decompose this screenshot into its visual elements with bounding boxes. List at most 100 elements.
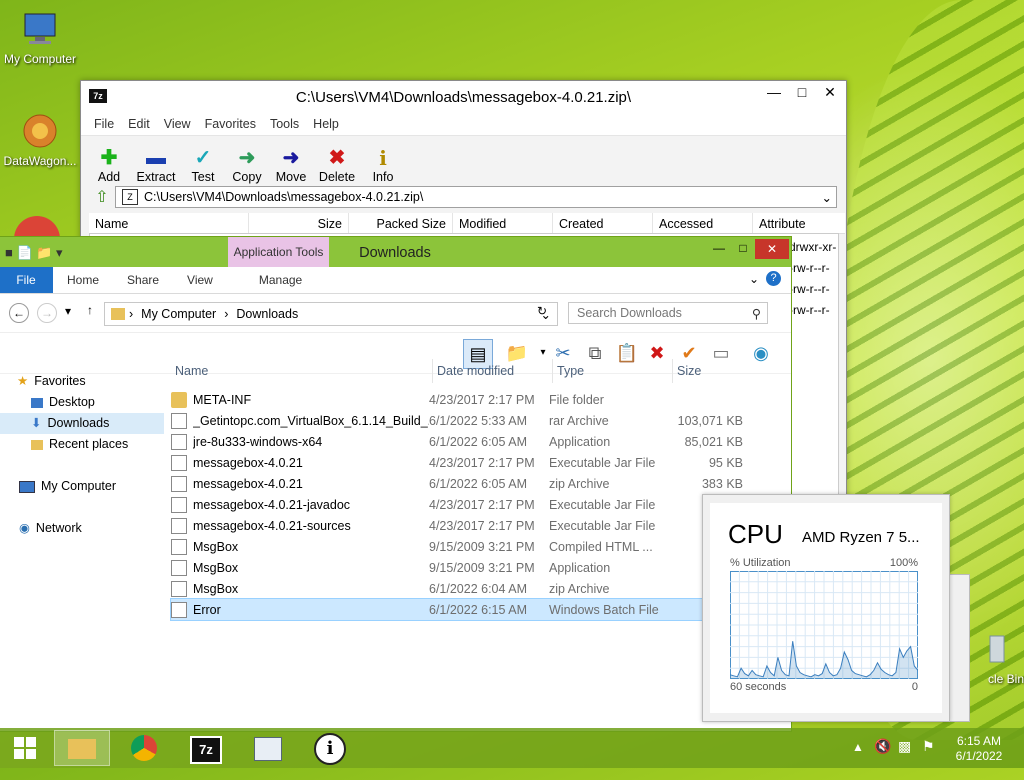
windows-logo-icon — [14, 737, 36, 759]
col-name[interactable]: Name — [89, 213, 249, 233]
up-folder-icon[interactable]: ⇧ — [89, 187, 115, 207]
file-row-selected[interactable]: Error 6/1/2022 6:15 AM Windows Batch Fil… — [170, 598, 792, 621]
clock[interactable]: 6:15 AM 6/1/2022 — [952, 734, 1006, 774]
move-label: Move — [275, 170, 307, 184]
file-row[interactable]: messagebox-4.0.21-sources 4/23/2017 2:17… — [171, 515, 791, 536]
file-row[interactable]: MsgBox 6/1/2022 6:04 AM zip Archive — [171, 578, 791, 599]
tab-home[interactable]: Home — [53, 273, 113, 287]
explorer-address-bar[interactable]: › My Computer › Downloads ⌄ — [104, 302, 558, 326]
menu-help[interactable]: Help — [306, 117, 346, 131]
check-arrow-icon: ✓ — [194, 147, 212, 169]
sevenzip-toolbar: ✚ Add ▬ Extract ✓ Test ➜ Copy ➜ Move ✖ Delete … — [81, 136, 846, 184]
sevenzip-address-field[interactable]: Z C:\Users\VM4\Downloads\messagebox-4.0.… — [115, 186, 837, 208]
close-button[interactable]: ✕ — [816, 81, 844, 103]
col-modified[interactable]: Modified — [453, 213, 553, 233]
chevron-down-icon[interactable]: ⌄ — [822, 190, 836, 205]
info-button[interactable]: i Info — [363, 146, 403, 184]
taskbar-chrome[interactable] — [116, 730, 172, 766]
file-row[interactable]: MsgBox 9/15/2009 3:21 PM Application — [171, 557, 791, 578]
minimize-button[interactable]: — — [760, 81, 788, 103]
maximize-button[interactable]: □ — [731, 241, 755, 255]
clock-time: 6:15 AM — [956, 734, 1002, 748]
file-type: Application — [549, 560, 611, 575]
sevenzip-attribute-column: drwxr-xr- -rw-r--r- -rw-r--r- -rw-r--r- — [789, 237, 836, 321]
file-row[interactable]: messagebox-4.0.21 4/23/2017 2:17 PM Exec… — [171, 452, 791, 473]
taskbar-task-manager[interactable] — [240, 730, 296, 766]
desktop-icon-my-computer[interactable]: My Computer — [0, 10, 80, 66]
tab-share[interactable]: Share — [113, 273, 173, 287]
recent-locations-icon[interactable]: ▾ — [65, 304, 71, 318]
start-button[interactable] — [0, 730, 50, 766]
col-accessed[interactable]: Accessed — [653, 213, 753, 233]
file-list-header: Name Date modified Type Size — [171, 359, 781, 383]
taskbar-7zip[interactable]: 7z — [178, 730, 234, 766]
sevenzip-titlebar: 7z C:\Users\VM4\Downloads\messagebox-4.0… — [81, 81, 846, 113]
nav-favorites[interactable]: ★ Favorites — [0, 371, 164, 392]
move-button[interactable]: ➜ Move — [271, 146, 311, 184]
file-date: 9/15/2009 3:21 PM — [429, 560, 535, 575]
taskbar-file-explorer[interactable] — [54, 730, 110, 766]
menu-edit[interactable]: Edit — [121, 117, 157, 131]
taskbar-msgbox[interactable]: i — [302, 730, 358, 766]
menu-file[interactable]: File — [87, 117, 121, 131]
nav-desktop[interactable]: Desktop — [0, 392, 164, 413]
col-attribute[interactable]: Attribute — [753, 213, 843, 233]
delete-button[interactable]: ✖ Delete — [315, 146, 359, 184]
menu-view[interactable]: View — [157, 117, 198, 131]
extract-button[interactable]: ▬ Extract — [133, 146, 179, 184]
copy-button[interactable]: ➜ Copy — [227, 146, 267, 184]
maximize-button[interactable]: □ — [788, 81, 816, 103]
breadcrumb-downloads[interactable]: Downloads — [236, 307, 298, 321]
extract-label: Extract — [136, 170, 176, 184]
menu-favorites[interactable]: Favorites — [198, 117, 263, 131]
test-button[interactable]: ✓ Test — [183, 146, 223, 184]
col-size[interactable]: Size — [673, 359, 753, 383]
menu-tools[interactable]: Tools — [263, 117, 306, 131]
folder-icon — [68, 739, 96, 759]
close-button[interactable]: ✕ — [755, 239, 789, 259]
recent-folder-icon — [31, 439, 43, 450]
tab-manage[interactable]: Manage — [245, 273, 316, 287]
search-input[interactable]: Search Downloads ⚲ — [568, 302, 768, 324]
up-arrow-icon[interactable]: ↑ — [87, 303, 93, 317]
file-row[interactable]: jre-8u333-windows-x64 6/1/2022 6:05 AM A… — [171, 431, 791, 452]
action-center-flag-icon[interactable]: ⚑ — [922, 738, 935, 778]
col-name[interactable]: Name — [171, 359, 433, 383]
add-button[interactable]: ✚ Add — [89, 146, 129, 184]
nav-label: Recent places — [49, 437, 129, 451]
network-tray-icon[interactable]: ▩ — [898, 738, 911, 778]
nav-my-computer[interactable]: My Computer — [0, 476, 164, 497]
col-type[interactable]: Type — [553, 359, 673, 383]
search-icon[interactable]: ⚲ — [752, 306, 767, 321]
file-date: 6/1/2022 6:05 AM — [429, 434, 527, 449]
help-icon[interactable]: ? — [766, 271, 781, 286]
desktop-icon-datawagon[interactable]: DataWagon... — [0, 112, 80, 168]
show-hidden-icons[interactable]: ▲ — [852, 740, 864, 780]
breadcrumb-my-computer[interactable]: My Computer — [141, 307, 216, 321]
file-type: zip Archive — [549, 476, 610, 491]
col-packed-size[interactable]: Packed Size — [349, 213, 453, 233]
nav-network[interactable]: ◉ Network — [0, 518, 164, 539]
col-date-modified[interactable]: Date modified — [433, 359, 553, 383]
file-date: 4/23/2017 2:17 PM — [429, 497, 535, 512]
col-created[interactable]: Created — [553, 213, 653, 233]
file-name: MsgBox — [193, 539, 239, 554]
minimize-button[interactable]: — — [707, 241, 731, 255]
expand-ribbon-icon[interactable]: ⌄ — [749, 272, 759, 286]
utilization-label: % Utilization — [730, 557, 791, 569]
desktop-icon — [31, 397, 43, 408]
tab-view[interactable]: View — [173, 273, 227, 287]
file-row[interactable]: messagebox-4.0.21-javadoc 4/23/2017 2:17… — [171, 494, 791, 515]
nav-recent-places[interactable]: Recent places — [0, 434, 164, 455]
file-row[interactable]: MsgBox 9/15/2009 3:21 PM Compiled HTML .… — [171, 536, 791, 557]
file-row[interactable]: META-INF 4/23/2017 2:17 PM File folder — [171, 389, 791, 410]
file-row[interactable]: messagebox-4.0.21 6/1/2022 6:05 AM zip A… — [171, 473, 791, 494]
nav-downloads[interactable]: ⬇ Downloads — [0, 413, 164, 434]
back-arrow-icon[interactable]: ← — [9, 303, 29, 323]
col-size[interactable]: Size — [249, 213, 349, 233]
refresh-icon[interactable]: ↻ — [537, 304, 547, 318]
tab-file[interactable]: File — [0, 267, 53, 293]
forward-arrow-icon[interactable]: → — [37, 303, 57, 323]
file-row[interactable]: _Getintopc.com_VirtualBox_6.1.14_Build_.… — [171, 410, 791, 431]
volume-muted-icon[interactable]: 🔇 — [874, 738, 891, 778]
